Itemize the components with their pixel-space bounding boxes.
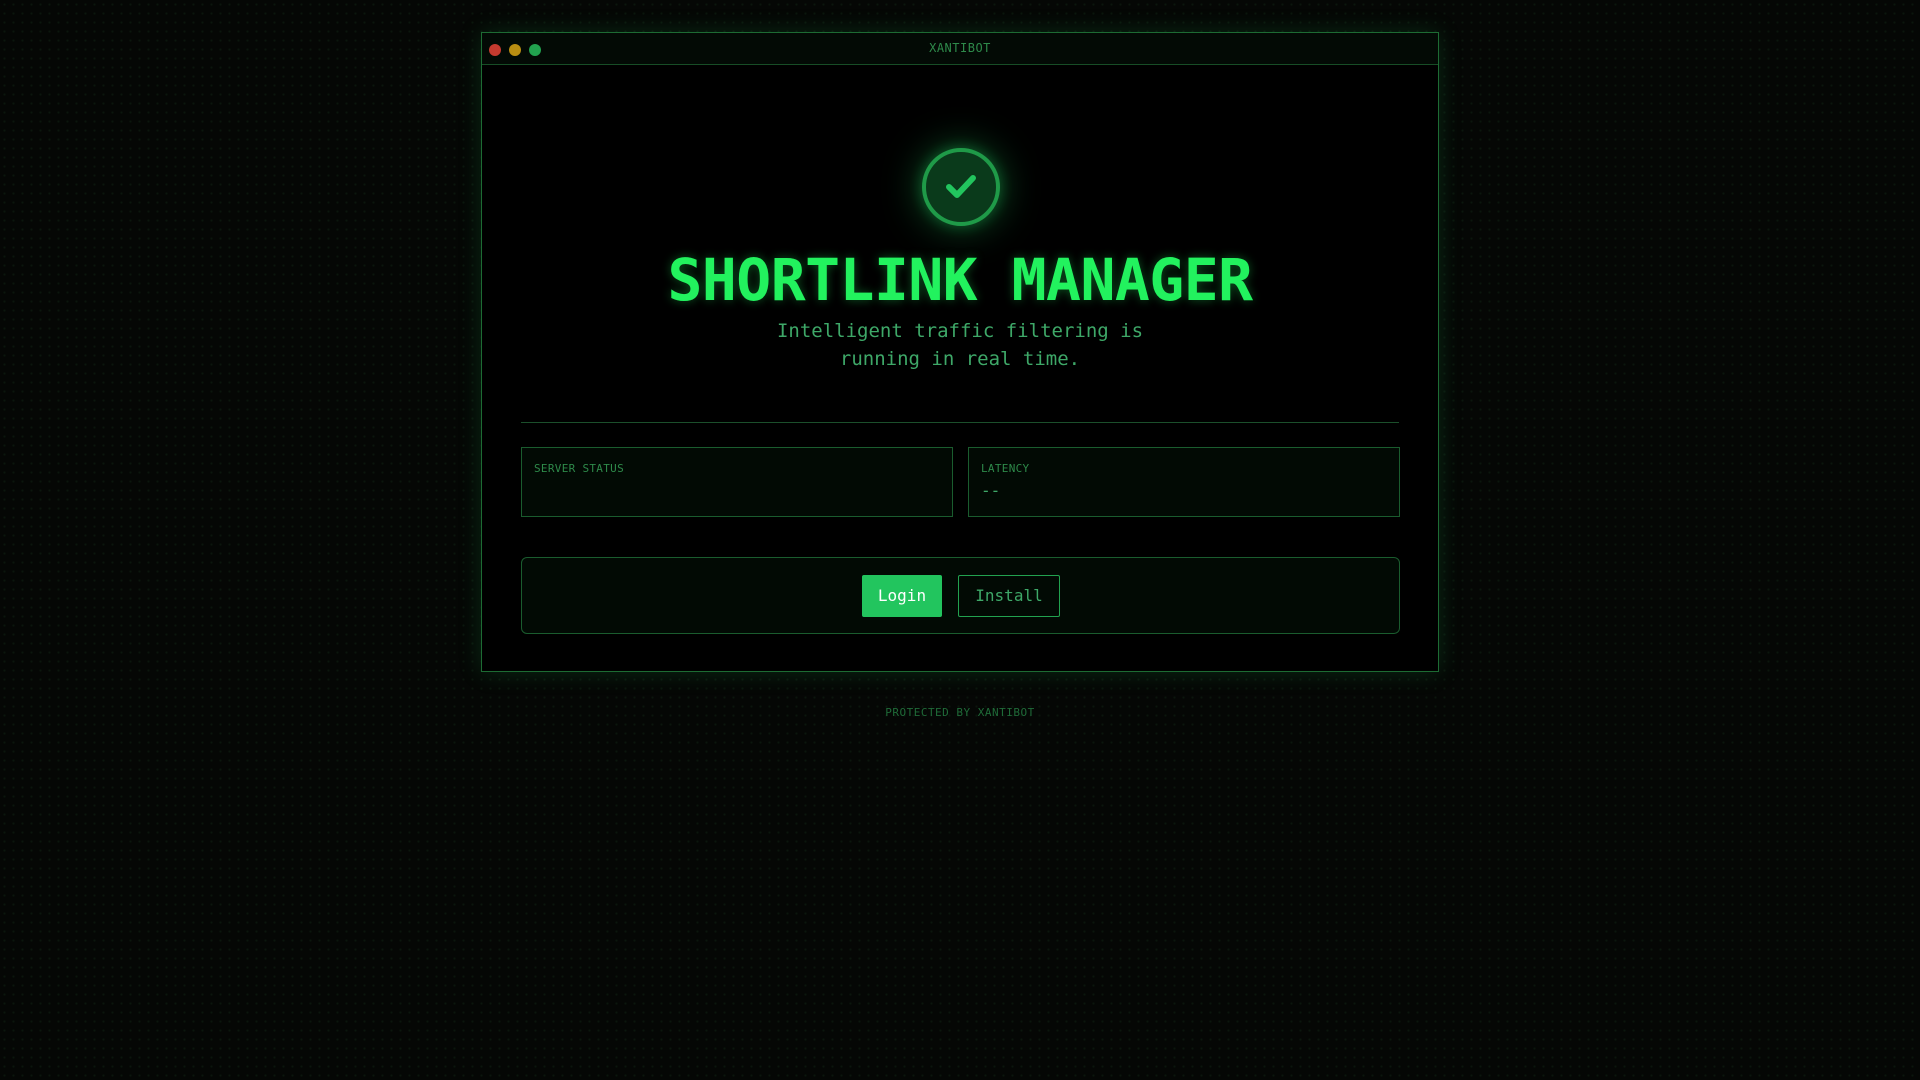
page-subtitle: Intelligent traffic filtering is running… xyxy=(776,320,1144,370)
latency-value: -- xyxy=(981,481,1001,500)
action-panel: Login Install xyxy=(521,557,1400,634)
footer-text: PROTECTED BY XANTIBOT xyxy=(885,706,1035,719)
app-window: XANTIBOT SHORTLINK MANAGER Intelligent t… xyxy=(481,32,1439,672)
check-mark-icon xyxy=(946,175,976,198)
title-bar: XANTIBOT xyxy=(482,33,1438,65)
divider xyxy=(521,422,1399,423)
window-title: XANTIBOT xyxy=(929,41,991,55)
server-status-label: SERVER STATUS xyxy=(534,462,624,475)
server-status-card: SERVER STATUS xyxy=(521,447,953,517)
install-button[interactable]: Install xyxy=(958,575,1060,617)
latency-label: LATENCY xyxy=(981,462,1030,475)
page-title: SHORTLINK MANAGER xyxy=(667,246,1253,314)
check-circle-icon xyxy=(922,148,1000,226)
latency-card: LATENCY -- xyxy=(968,447,1400,517)
login-button[interactable]: Login xyxy=(862,575,942,617)
